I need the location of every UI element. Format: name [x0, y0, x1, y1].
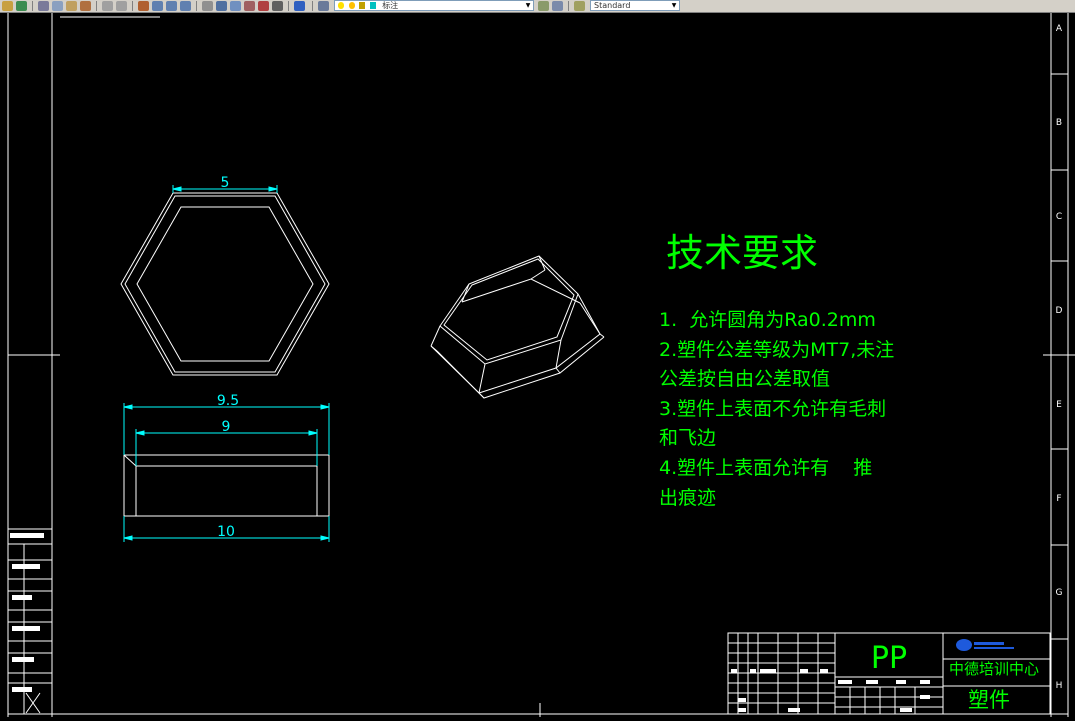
lock-icon	[359, 2, 366, 9]
zoom-window-icon[interactable]	[166, 1, 177, 11]
left-strip-table	[8, 528, 52, 714]
calculator-icon[interactable]	[272, 1, 283, 11]
design-center-icon[interactable]	[216, 1, 227, 11]
tech-requirement-line: 3.塑件上表面不允许有毛刺	[659, 398, 886, 420]
text-style-icon[interactable]	[574, 1, 585, 11]
pan-realtime-icon[interactable]	[138, 1, 149, 11]
tech-requirement-line: 和飞边	[659, 427, 716, 449]
text-style-name: Standard	[594, 1, 631, 10]
drawing-svg: A B C D E F G H 5 9.5 9 10 技术要求 1. 允许圆角为…	[7, 13, 1075, 717]
dimension-label-hex-top: 5	[221, 175, 230, 191]
tech-requirement-line: 公差按自由公差取值	[659, 368, 830, 390]
front-view	[123, 454, 330, 517]
zoom-previous-icon[interactable]	[180, 1, 191, 11]
chevron-down-icon: ▼	[671, 2, 677, 9]
tech-requirement-line: 出痕迹	[659, 487, 716, 509]
match-properties-icon[interactable]	[80, 1, 91, 11]
tech-requirement-line: 2.塑件公差等级为MT7,未注	[659, 339, 894, 361]
layer-previous-icon[interactable]	[552, 1, 563, 11]
zone-strip	[1051, 73, 1068, 640]
properties-icon[interactable]	[202, 1, 213, 11]
zone-letter-c: C	[1056, 212, 1062, 222]
zoom-realtime-icon[interactable]	[152, 1, 163, 11]
make-object-layer-current-icon[interactable]	[538, 1, 549, 11]
paste-icon[interactable]	[66, 1, 77, 11]
company-name: 中德培训中心	[949, 660, 1039, 678]
tech-requirements-lines: 1. 允许圆角为Ra0.2mm 2.塑件公差等级为MT7,未注 公差按自由公差取…	[659, 309, 894, 509]
drawing-canvas[interactable]: A B C D E F G H 5 9.5 9 10 技术要求 1. 允许圆角为…	[0, 13, 1075, 717]
zone-letter-b: B	[1056, 118, 1062, 128]
copy-icon[interactable]	[52, 1, 63, 11]
tool-palettes-icon[interactable]	[230, 1, 241, 11]
cad-toolbar: 标注 ▼ Standard ▼	[0, 0, 1075, 13]
text-style-dropdown[interactable]: Standard ▼	[590, 0, 680, 11]
dimension-label-bottom-width: 10	[217, 524, 235, 540]
dimension-label-inner-width: 9	[222, 419, 231, 435]
undo-icon[interactable]	[102, 1, 113, 11]
hexagon-top-view	[120, 192, 330, 376]
center-marks	[8, 354, 1075, 717]
layer-dropdown[interactable]: 标注 ▼	[334, 0, 534, 11]
globe-icon[interactable]	[16, 1, 27, 11]
zone-letter-e: E	[1056, 400, 1062, 410]
help-icon[interactable]	[294, 1, 305, 11]
scissors-icon[interactable]	[38, 1, 49, 11]
part-name: 塑件	[968, 688, 1010, 712]
layer-properties-icon[interactable]	[318, 1, 329, 11]
chevron-down-icon: ▼	[525, 2, 531, 9]
isometric-view	[430, 255, 605, 399]
tech-requirement-line: 1. 允许圆角为Ra0.2mm	[659, 309, 876, 331]
pan-icon[interactable]	[2, 1, 13, 11]
zone-letter-d: D	[1056, 306, 1063, 316]
tech-requirements-title: 技术要求	[666, 231, 818, 275]
sheet-set-icon[interactable]	[244, 1, 255, 11]
company-logo	[956, 639, 1014, 651]
markup-icon[interactable]	[258, 1, 269, 11]
dimension-label-overall-width: 9.5	[217, 393, 239, 409]
bulb-icon	[338, 2, 344, 9]
zone-letter-h: H	[1056, 681, 1063, 691]
sun-icon	[348, 2, 355, 9]
zone-letters: A B C D E F G H	[1056, 24, 1063, 691]
color-swatch-icon	[369, 2, 376, 9]
redo-icon[interactable]	[116, 1, 127, 11]
tech-requirement-line: 4.塑件上表面允许有 推	[659, 457, 872, 479]
zone-letter-f: F	[1056, 494, 1061, 504]
material-label: PP	[871, 641, 907, 676]
layer-name: 标注	[382, 1, 399, 10]
zone-letter-g: G	[1056, 588, 1063, 598]
zone-letter-a: A	[1056, 24, 1063, 34]
left-strip-labels	[10, 533, 44, 692]
